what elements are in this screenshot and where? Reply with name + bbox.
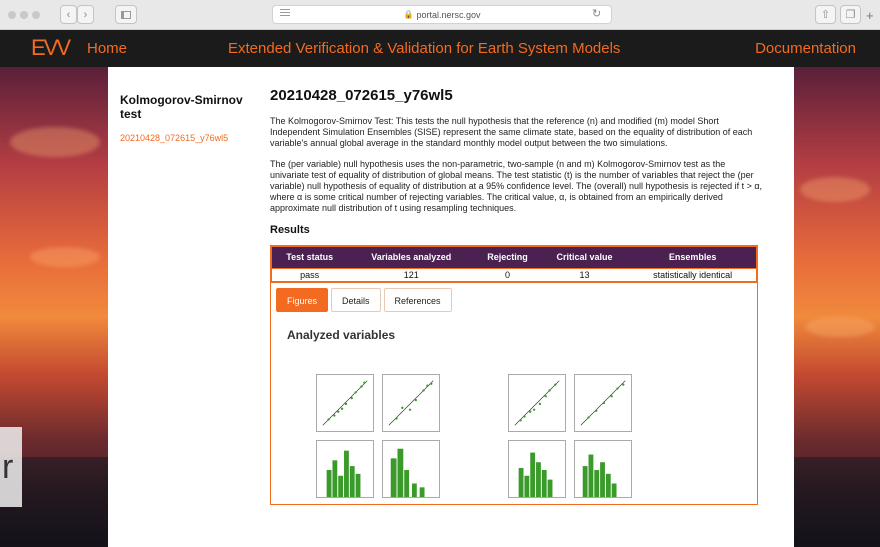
description-paragraph-1: The Kolmogorov-Smirnov Test: This tests …: [270, 116, 753, 148]
analyzed-variables-heading: Analyzed variables: [287, 328, 396, 342]
histogram-plot: [382, 440, 440, 498]
content-page: Kolmogorov-Smirnov test 20210428_072615_…: [108, 67, 794, 547]
reader-view-icon[interactable]: [280, 9, 290, 18]
minimize-window-icon[interactable]: [20, 11, 28, 19]
histogram-plot: [574, 440, 632, 498]
sidebar: Kolmogorov-Smirnov test 20210428_072615_…: [120, 93, 250, 143]
partial-overlay-panel: r: [0, 427, 22, 507]
variables-analyzed-cell: 121: [347, 267, 476, 282]
tab-bar: Figures Details References: [276, 288, 455, 312]
reload-icon[interactable]: ↻: [592, 7, 601, 20]
results-table: Test status Variables analyzed Rejecting…: [270, 245, 758, 283]
qq-plot: [574, 374, 632, 432]
site-title[interactable]: Extended Verification & Validation for E…: [228, 40, 620, 57]
chevron-right-icon: ›: [83, 8, 88, 21]
browser-toolbar: ‹ › 🔒 portal.nersc.gov ↻ ⇧ ❐ +: [0, 0, 880, 30]
home-link[interactable]: Home: [87, 40, 127, 57]
lock-icon: 🔒: [403, 10, 414, 19]
page-title: 20210428_072615_y76wl5: [270, 87, 453, 104]
column-header: Test status: [271, 246, 348, 268]
qq-plot: [316, 374, 374, 432]
histogram-plot: [316, 440, 374, 498]
main-content: 20210428_072615_y76wl5 The Kolmogorov-Sm…: [270, 87, 766, 505]
table-row: pass 121 0 13 statistically identical: [271, 267, 757, 282]
chevron-left-icon: ‹: [66, 8, 71, 21]
forward-button[interactable]: ›: [77, 5, 94, 24]
ensembles-cell: statistically identical: [629, 267, 757, 282]
address-bar[interactable]: 🔒 portal.nersc.gov: [272, 5, 612, 24]
qq-plot: [382, 374, 440, 432]
qq-plot: [508, 374, 566, 432]
tab-details[interactable]: Details: [331, 288, 381, 312]
back-button[interactable]: ‹: [60, 5, 77, 24]
variable-figure[interactable]: [316, 374, 444, 504]
test-status-cell: pass: [271, 267, 348, 282]
column-header: Ensembles: [629, 246, 757, 268]
tab-references[interactable]: References: [383, 288, 452, 312]
sidebar-title: Kolmogorov-Smirnov test: [120, 93, 243, 121]
description-paragraph-2: The (per variable) null hypothesis uses …: [270, 159, 763, 213]
url-text: portal.nersc.gov: [416, 9, 481, 20]
sidebar-run-link[interactable]: 20210428_072615_y76wl5: [120, 133, 250, 143]
site-header: EVV Home Extended Verification & Validat…: [0, 30, 880, 67]
figures-tab-panel: Figures Details References Analyzed vari…: [270, 283, 758, 505]
column-header: Critical value: [539, 246, 630, 268]
sidebar-toggle-button[interactable]: [115, 5, 137, 24]
critical-value-cell: 13: [539, 267, 630, 282]
evv-logo[interactable]: EVV: [31, 37, 71, 59]
tabs-overview-button[interactable]: ❐: [840, 5, 861, 24]
histogram-plot: [508, 440, 566, 498]
variable-figure[interactable]: [508, 374, 636, 504]
share-icon: ⇧: [820, 9, 831, 21]
tabs-icon: ❐: [845, 9, 856, 21]
column-header: Variables analyzed: [347, 246, 476, 268]
column-header: Rejecting: [475, 246, 540, 268]
documentation-link[interactable]: Documentation: [755, 40, 856, 57]
results-heading: Results: [270, 224, 310, 236]
zoom-window-icon[interactable]: [32, 11, 40, 19]
tab-figures[interactable]: Figures: [276, 288, 329, 312]
sidebar-icon: [121, 10, 131, 19]
share-button[interactable]: ⇧: [815, 5, 836, 24]
rejecting-cell: 0: [475, 267, 540, 282]
results-header-row: Test status Variables analyzed Rejecting…: [271, 246, 757, 268]
close-window-icon[interactable]: [8, 11, 16, 19]
new-tab-icon[interactable]: +: [866, 8, 874, 23]
